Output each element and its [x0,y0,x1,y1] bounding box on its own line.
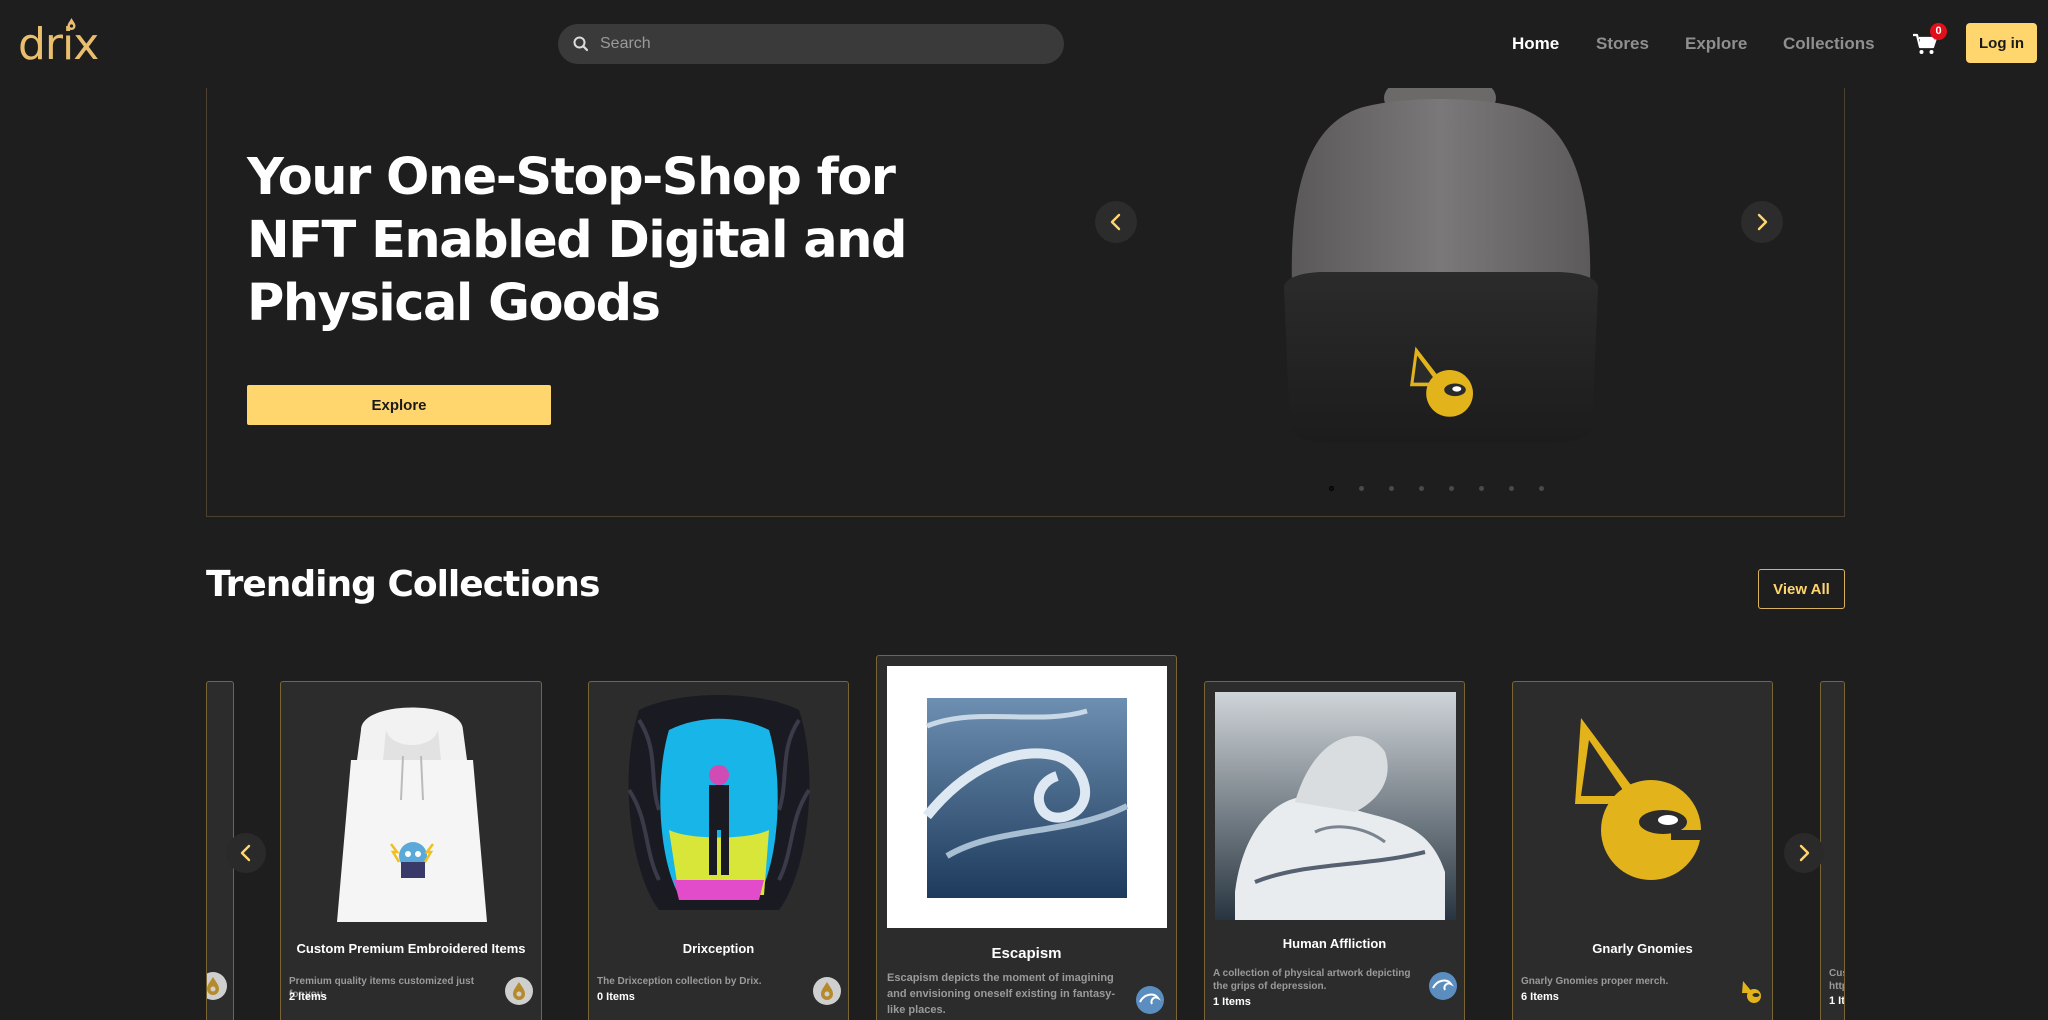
collection-avatar [1136,986,1164,1014]
gnarly-gnomies-logo-image [1523,692,1764,924]
collection-card[interactable]: Custom Premium Embroidered Items Premium… [280,681,542,1020]
collections-next-button[interactable] [1784,833,1824,873]
top-header: drix Home Stores Explore Collections 0 L… [0,0,2048,88]
drop-icon [67,18,76,30]
slide-dot[interactable] [1389,486,1394,491]
hero-slide-indicators [1329,486,1569,491]
collection-description: Escapism depicts the moment of imagining… [887,972,1115,1016]
collection-description: Cus [1829,968,1844,979]
chevron-left-icon [1110,213,1121,231]
collection-card[interactable]: Drixception The Drixception collection b… [588,681,849,1020]
cart-count-badge: 0 [1930,23,1947,40]
login-button[interactable]: Log in [1966,23,2037,63]
collection-title[interactable]: Drixception [589,941,848,956]
collection-avatar [813,977,841,1005]
collection-avatar [505,977,533,1005]
collections-prev-button[interactable] [226,833,266,873]
collection-title[interactable]: Custom Premium Embroidered Items [281,941,541,956]
beanie-product-image [1284,88,1598,443]
human-affliction-image [1215,692,1456,920]
slide-dot[interactable] [1329,486,1334,491]
search-icon [573,36,589,52]
gnome-logo-icon [1742,981,1761,1003]
hero-prev-button[interactable] [1095,201,1137,243]
slide-dot[interactable] [1539,486,1544,491]
escapism-image [887,666,1167,928]
collection-link: http [1829,981,1844,992]
view-all-button[interactable]: View All [1758,569,1845,609]
collection-item-count: 0 Items [597,991,635,1003]
wave-avatar-icon [1429,972,1457,1000]
collection-description: Gnarly Gnomies proper merch. [1521,976,1669,987]
nav-collections[interactable]: Collections [1783,34,1875,54]
hero-title: Your One-Stop-Shop for NFT Enabled Digit… [247,148,908,333]
chevron-left-icon [240,844,251,862]
collection-card[interactable]: Human Affliction A collection of physica… [1204,681,1465,1020]
slide-dot[interactable] [1509,486,1514,491]
drix-logo[interactable]: drix [18,18,108,70]
collection-item-count: 1 Items [1213,996,1251,1008]
slide-dot[interactable] [1359,486,1364,491]
trending-collections-heading: Trending Collections [206,564,600,605]
drop-icon [207,977,219,995]
collection-title[interactable]: Gnarly Gnomies [1513,941,1772,956]
explore-button[interactable]: Explore [247,385,551,425]
collection-title[interactable]: Escapism [877,945,1176,962]
slide-dot[interactable] [1449,486,1454,491]
collection-avatar [207,972,227,1000]
collection-item-count: 2 Items [289,991,327,1003]
slide-dot[interactable] [1479,486,1484,491]
collection-item-count: 6 Items [1521,991,1559,1003]
drop-icon [513,982,525,1000]
chevron-right-icon [1757,213,1768,231]
collection-description: The Drixception collection by Drix. [597,976,762,987]
wave-avatar-icon [1136,986,1164,1014]
nav-stores[interactable]: Stores [1596,34,1649,54]
search-bar[interactable] [558,24,1064,64]
hoodie-image [291,690,533,922]
drixception-image [599,690,840,922]
collection-item-count: 1 It [1829,995,1845,1007]
drop-icon [821,982,833,1000]
logo-text: drix [18,19,99,70]
search-input[interactable] [600,24,1050,64]
nav-explore[interactable]: Explore [1685,34,1747,54]
collection-card-featured[interactable]: Escapism Escapism depicts the moment of … [876,655,1177,1020]
collection-avatar [1429,972,1457,1000]
collection-card[interactable]: Gnarly Gnomies Gnarly Gnomies proper mer… [1512,681,1773,1020]
hero-next-button[interactable] [1741,201,1783,243]
collection-description: A collection of physical artwork depicti… [1213,968,1411,992]
chevron-right-icon [1799,844,1810,862]
collection-avatar [1737,977,1765,1005]
collection-title[interactable]: Human Affliction [1205,936,1464,951]
nav-home[interactable]: Home [1512,34,1559,54]
slide-dot[interactable] [1419,486,1424,491]
